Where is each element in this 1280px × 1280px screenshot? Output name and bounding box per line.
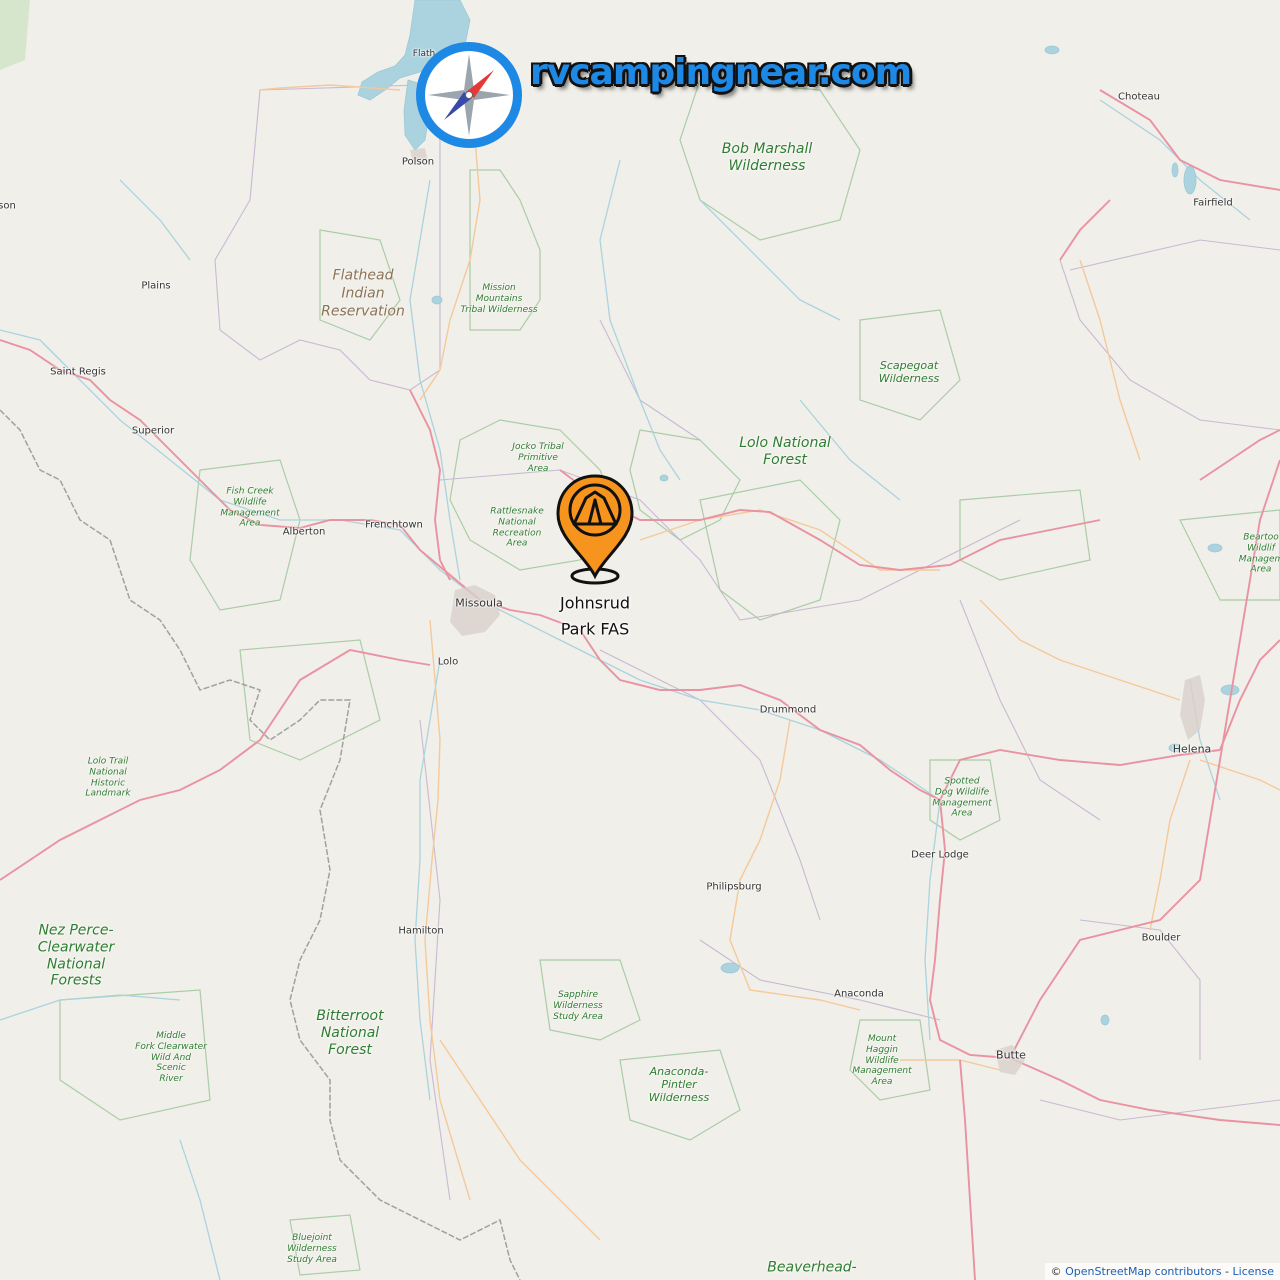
site-logo[interactable]: rvcampingnear.com	[414, 40, 912, 152]
osm-contributors-link[interactable]: OpenStreetMap contributors	[1065, 1265, 1221, 1278]
compass-icon	[416, 42, 522, 148]
basemap	[0, 0, 1280, 1280]
map-attribution: © OpenStreetMap contributors - License	[1044, 1263, 1280, 1280]
location-marker[interactable]	[552, 472, 638, 588]
marker-label: Johnsrud Park FAS	[560, 593, 630, 638]
site-logo-text[interactable]: rvcampingnear.com	[530, 52, 912, 93]
attribution-prefix: ©	[1050, 1265, 1066, 1278]
license-link[interactable]: License	[1233, 1265, 1274, 1278]
map-canvas[interactable]: Polson Choteau Fairfield Plains Saint Re…	[0, 0, 1280, 1280]
attribution-separator: -	[1221, 1265, 1233, 1278]
